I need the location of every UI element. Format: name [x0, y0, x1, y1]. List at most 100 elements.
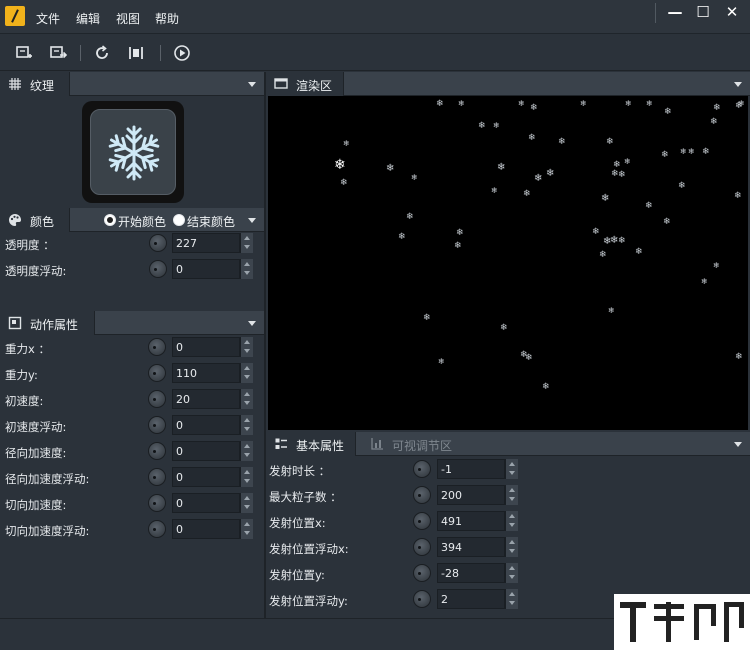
maximize-button[interactable]: ☐	[688, 0, 718, 26]
tangential-accel-variance-dial[interactable]	[148, 520, 166, 538]
row-emit-duration: 发射时长 ： -1	[264, 458, 524, 482]
speed-dial[interactable]	[148, 390, 166, 408]
snowflake-particle-icon: ❄	[599, 250, 607, 260]
motion-icon	[8, 316, 22, 330]
max-particles-stepper[interactable]	[505, 485, 518, 505]
snowflake-particle-icon: ❄	[534, 173, 543, 184]
emit-pos-y-stepper[interactable]	[505, 563, 518, 583]
tangential-accel-dial[interactable]	[148, 494, 166, 512]
emit-pos-variance-x-stepper[interactable]	[505, 537, 518, 557]
tangential-accel-variance-input[interactable]: 0	[172, 519, 240, 539]
fit-button[interactable]	[126, 43, 146, 63]
row-emit-pos-y: 发射位置y: -28	[264, 562, 524, 586]
snowflake-particle-icon: ❄	[343, 139, 350, 148]
radio-start-color[interactable]	[104, 214, 116, 226]
emit-pos-variance-y-stepper[interactable]	[505, 589, 518, 609]
emit-pos-variance-y-dial[interactable]	[413, 590, 431, 608]
chevron-down-icon[interactable]	[734, 442, 742, 447]
opacity-stepper[interactable]	[240, 233, 253, 253]
menu-file[interactable]: 文件	[36, 10, 60, 27]
gravity-y-dial[interactable]	[148, 364, 166, 382]
emit-duration-input[interactable]: -1	[437, 459, 505, 479]
speed-label: 初速度:	[5, 394, 44, 408]
refresh-button[interactable]	[92, 43, 112, 63]
emit-pos-variance-x-dial[interactable]	[413, 538, 431, 556]
snowflake-particle-icon: ❄	[592, 227, 600, 237]
emit-pos-y-label: 发射位置y:	[269, 568, 325, 582]
emit-pos-x-label: 发射位置x:	[269, 516, 326, 530]
radio-end-color[interactable]	[173, 214, 185, 226]
tab-color[interactable]: 颜色	[0, 208, 70, 232]
play-button[interactable]	[172, 43, 192, 63]
tab-texture[interactable]: 纹理	[0, 72, 70, 96]
menu-view[interactable]: 视图	[116, 10, 140, 27]
emit-pos-variance-x-input[interactable]: 394	[437, 537, 505, 557]
snowflake-particle-icon: ❄	[478, 121, 486, 131]
emit-pos-y-dial[interactable]	[413, 564, 431, 582]
snowflake-particle-icon: ❄	[406, 212, 414, 222]
render-canvas[interactable]: ❄ ❄ ❄ ❄ ❄ ❄ ❄ ❄ ❄ ❄ ❄ ❄ ❄ ❄ ❄ ❄ ❄ ❄ ❄ ❄ ❄ ❄ ❄ ❄ ❄ ❄ ❄ ❄ ❄ ❄ ❄ ❄ ❄ ❄ ❄ ❄ ❄ ❄ ❄ ❄…	[268, 96, 748, 430]
gravity-y-label: 重力y:	[5, 368, 38, 382]
speed-stepper[interactable]	[240, 389, 253, 409]
gravity-y-input[interactable]: 110	[172, 363, 240, 383]
tab-render[interactable]: 渲染区	[266, 72, 344, 96]
chevron-down-icon[interactable]	[248, 82, 256, 87]
chevron-down-icon[interactable]	[248, 218, 256, 223]
opacity-dial[interactable]	[149, 234, 167, 252]
export-button[interactable]	[48, 43, 68, 63]
snowflake-particle-icon: ❄	[411, 173, 418, 182]
texture-panel-header: 纹理	[0, 72, 264, 96]
opacity-variance-dial[interactable]	[149, 260, 167, 278]
emit-duration-stepper[interactable]	[505, 459, 518, 479]
tab-visual-tuning[interactable]: 可视调节区	[366, 432, 466, 456]
snowflake-particle-icon: ❄	[542, 382, 550, 392]
emit-pos-x-dial[interactable]	[413, 512, 431, 530]
radial-accel-input[interactable]: 0	[172, 441, 240, 461]
emit-pos-x-stepper[interactable]	[505, 511, 518, 531]
snowflake-particle-icon: ❄	[386, 163, 395, 174]
emit-pos-y-input[interactable]: -28	[437, 563, 505, 583]
opacity-input[interactable]: 227	[172, 233, 240, 253]
fit-icon	[129, 47, 143, 59]
emit-pos-x-input[interactable]: 491	[437, 511, 505, 531]
properties-icon	[275, 438, 287, 449]
texture-preview[interactable]	[82, 101, 184, 203]
toolbar	[0, 35, 750, 71]
menu-edit[interactable]: 编辑	[76, 10, 100, 27]
speed-variance-input[interactable]: 0	[172, 415, 240, 435]
radial-accel-dial[interactable]	[148, 442, 166, 460]
emit-duration-dial[interactable]	[413, 460, 431, 478]
radial-accel-variance-input[interactable]: 0	[172, 467, 240, 487]
gravity-x-dial[interactable]	[148, 338, 166, 356]
snowflake-particle-icon: ❄	[734, 191, 742, 201]
max-particles-input[interactable]: 200	[437, 485, 505, 505]
gravity-y-stepper[interactable]	[240, 363, 253, 383]
chevron-down-icon[interactable]	[734, 82, 742, 87]
speed-variance-dial[interactable]	[148, 416, 166, 434]
chevron-down-icon[interactable]	[248, 321, 256, 326]
tangential-accel-input[interactable]: 0	[172, 493, 240, 513]
menu-help[interactable]: 帮助	[155, 10, 179, 27]
tangential-accel-stepper[interactable]	[240, 493, 253, 513]
speed-input[interactable]: 20	[172, 389, 240, 409]
opacity-variance-input[interactable]: 0	[172, 259, 240, 279]
tangential-accel-variance-stepper[interactable]	[240, 519, 253, 539]
minimize-button[interactable]: —	[660, 0, 690, 26]
new-emitter-button[interactable]	[14, 43, 34, 63]
emit-pos-variance-y-input[interactable]: 2	[437, 589, 505, 609]
watermark-logo	[614, 594, 750, 650]
app-logo-icon	[5, 6, 25, 26]
max-particles-dial[interactable]	[413, 486, 431, 504]
tab-basic-properties[interactable]: 基本属性	[266, 432, 356, 456]
radial-accel-stepper[interactable]	[240, 441, 253, 461]
radial-accel-variance-stepper[interactable]	[240, 467, 253, 487]
opacity-variance-stepper[interactable]	[240, 259, 253, 279]
tab-motion[interactable]: 动作属性	[0, 311, 95, 335]
speed-variance-stepper[interactable]	[240, 415, 253, 435]
gravity-x-stepper[interactable]	[240, 337, 253, 357]
close-button[interactable]: ✕	[717, 0, 747, 26]
motion-panel-title: 动作属性	[30, 318, 79, 332]
gravity-x-label: 重力x ：	[5, 342, 50, 356]
radial-accel-variance-dial[interactable]	[148, 468, 166, 486]
gravity-x-input[interactable]: 0	[172, 337, 240, 357]
